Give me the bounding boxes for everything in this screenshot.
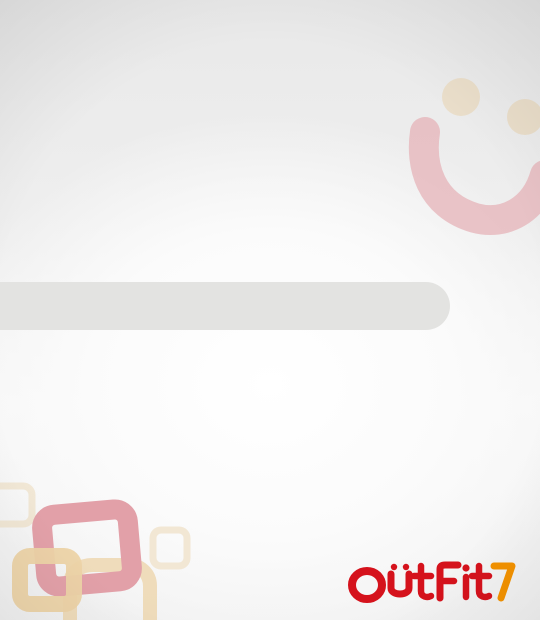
rounded-squares-icon [0,482,191,620]
splash-screen [0,0,540,620]
smile-icon [408,78,540,235]
loading-bar [0,282,450,330]
outfit7-logo [348,558,516,604]
outfit7-logo-mark [348,561,516,603]
